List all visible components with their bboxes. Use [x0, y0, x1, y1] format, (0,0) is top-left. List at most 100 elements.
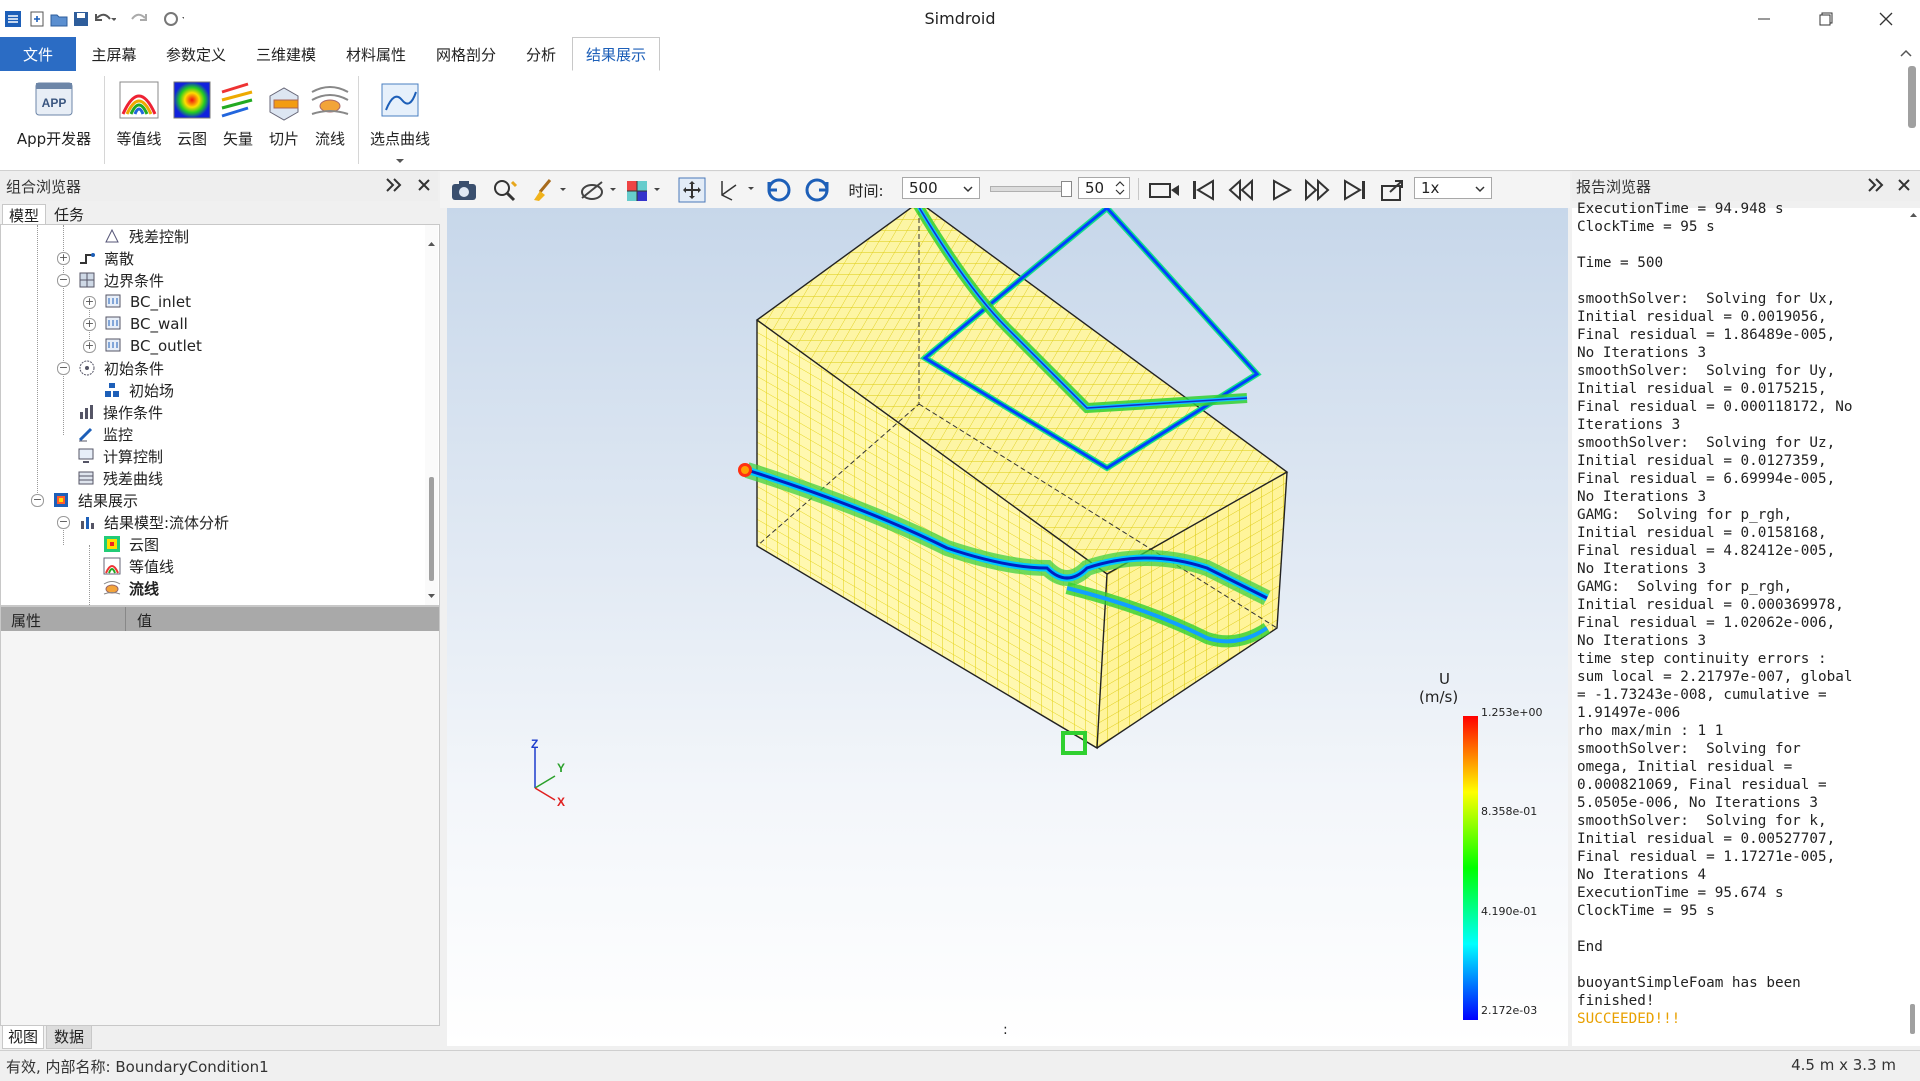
title-bar	[0, 0, 1920, 37]
tree-item-monitor[interactable]: 监控	[77, 423, 133, 445]
collapse-icon[interactable]: −	[57, 515, 70, 529]
scroll-down-icon[interactable]	[427, 593, 436, 599]
tab-home[interactable]: 主屏幕	[80, 37, 148, 71]
time-slider-handle[interactable]	[1061, 181, 1072, 197]
tree-item-bc-outlet[interactable]: + BC_outlet	[83, 335, 202, 357]
report-scroll-thumb[interactable]	[1910, 1004, 1915, 1034]
spin-arrows-icon[interactable]	[1115, 180, 1125, 196]
tree-item-bc-wall[interactable]: + BC_wall	[83, 313, 188, 335]
flow-result-model[interactable]	[447, 208, 1568, 1046]
tab-results[interactable]: 结果展示	[572, 37, 660, 71]
close-button[interactable]	[1856, 0, 1916, 37]
3d-viewport[interactable]: Z Y X U (m/s) 1.253e+00 8.358e-01 4.190e…	[447, 208, 1568, 1046]
value-column-header[interactable]: 值	[137, 610, 152, 631]
tab-analysis[interactable]: 分析	[516, 37, 566, 71]
next-frame-icon[interactable]	[1302, 176, 1332, 204]
app-developer-button[interactable]: APP App开发器	[12, 78, 96, 149]
tab-3d-modeling[interactable]: 三维建模	[248, 37, 324, 71]
ribbon-scroll-thumb[interactable]	[1908, 66, 1916, 128]
redo-icon[interactable]	[128, 8, 150, 30]
property-column-header[interactable]: 属性	[11, 610, 41, 631]
scroll-up-icon[interactable]	[1909, 212, 1918, 218]
tab-materials[interactable]: 材料属性	[338, 37, 414, 71]
tree-item-contour[interactable]: 等值线	[103, 555, 174, 577]
display-mode-icon[interactable]	[622, 176, 666, 204]
tab-model[interactable]: 模型	[2, 204, 46, 226]
close-panel-icon[interactable]	[1898, 179, 1910, 195]
streamline-label: 流线	[314, 130, 345, 148]
tree-scrollbar[interactable]	[425, 225, 438, 605]
section-plane-icon[interactable]	[576, 176, 620, 204]
close-panel-icon[interactable]	[418, 179, 430, 195]
contour-button[interactable]: 等值线	[112, 78, 166, 149]
axis-view-icon[interactable]	[714, 176, 758, 204]
tree-item-operating-conditions[interactable]: 操作条件	[77, 401, 163, 423]
record-video-icon[interactable]	[1148, 176, 1182, 204]
save-icon[interactable]	[70, 8, 92, 30]
tab-meshing[interactable]: 网格剖分	[428, 37, 504, 71]
rotate-left-icon[interactable]	[764, 176, 794, 204]
tab-parameters[interactable]: 参数定义	[158, 37, 234, 71]
time-slider-track[interactable]	[990, 186, 1072, 192]
previous-frame-icon[interactable]	[1226, 176, 1256, 204]
tab-data[interactable]: 数据	[46, 1025, 92, 1049]
undo-icon[interactable]	[94, 8, 116, 30]
slice-button[interactable]: 切片	[262, 78, 306, 149]
column-divider[interactable]	[125, 607, 126, 631]
export-icon[interactable]	[1378, 176, 1408, 204]
tree-item-streamline[interactable]: 流线	[103, 577, 159, 599]
tree-item-residual-curve[interactable]: 残差曲线	[77, 467, 163, 489]
tab-task[interactable]: 任务	[48, 204, 90, 225]
svg-text:APP: APP	[42, 96, 67, 110]
step-spinbox[interactable]: 50	[1078, 177, 1130, 199]
time-select[interactable]: 500	[902, 177, 980, 199]
play-icon[interactable]	[1266, 176, 1296, 204]
streamline-button[interactable]: 流线	[306, 78, 354, 149]
ribbon-dropdown-icon[interactable]	[395, 153, 405, 169]
point-curve-label: 选点曲线	[369, 130, 430, 148]
float-panel-icon[interactable]	[1868, 178, 1884, 196]
collapse-ribbon-icon[interactable]	[1900, 46, 1912, 62]
tree-item-initial-conditions[interactable]: − 初始条件	[57, 357, 164, 379]
first-frame-icon[interactable]	[1188, 176, 1218, 204]
new-file-icon[interactable]	[26, 8, 48, 30]
minimize-button[interactable]	[1734, 0, 1794, 37]
point-curve-button[interactable]: 选点曲线	[366, 78, 434, 149]
scroll-up-icon[interactable]	[427, 241, 436, 247]
fit-all-icon[interactable]	[676, 176, 708, 204]
tree-item-bc-inlet[interactable]: + BC_inlet	[83, 291, 191, 313]
speed-select[interactable]: 1x	[1414, 177, 1492, 199]
expand-icon[interactable]: +	[83, 317, 96, 331]
float-panel-icon[interactable]	[386, 178, 402, 196]
zoom-tool-icon[interactable]	[490, 176, 524, 204]
tree-item-compute-control[interactable]: 计算控制	[77, 445, 163, 467]
tree-item-boundary-conditions[interactable]: − 边界条件	[57, 269, 164, 291]
rotate-right-icon[interactable]	[802, 176, 832, 204]
tree-scroll-thumb[interactable]	[429, 477, 434, 581]
tree-item-result-model[interactable]: − 结果模型:流体分析	[57, 511, 229, 533]
last-frame-icon[interactable]	[1340, 176, 1370, 204]
collapse-icon[interactable]: −	[31, 493, 44, 507]
refresh-icon[interactable]	[162, 8, 184, 30]
vector-button[interactable]: 矢量	[216, 78, 260, 149]
restore-button[interactable]	[1796, 0, 1856, 37]
expand-icon[interactable]: +	[83, 339, 96, 353]
tab-view[interactable]: 视图	[2, 1025, 44, 1049]
report-log[interactable]: ExecutionTime = 94.948 s ClockTime = 95 …	[1572, 201, 1920, 1046]
tree-item-results[interactable]: − 结果展示	[31, 489, 138, 511]
tab-file[interactable]: 文件	[0, 37, 76, 71]
tree-item-initial-field[interactable]: 初始场	[103, 379, 174, 401]
open-folder-icon[interactable]	[48, 8, 70, 30]
expand-icon[interactable]: +	[83, 295, 96, 309]
clear-brush-icon[interactable]	[528, 176, 568, 204]
cloud-map-button[interactable]: 云图	[168, 78, 216, 149]
expand-icon[interactable]: +	[57, 251, 70, 265]
result-model-icon	[81, 517, 94, 529]
tree-item-cloud-map[interactable]: 云图	[103, 533, 159, 555]
collapse-icon[interactable]: −	[57, 273, 70, 287]
screenshot-icon[interactable]	[450, 176, 478, 204]
report-scrollbar[interactable]	[1906, 208, 1920, 1046]
collapse-icon[interactable]: −	[57, 361, 70, 375]
tree-item-discrete[interactable]: + 离散	[57, 247, 134, 269]
tree-item-residual-control[interactable]: 残差控制	[103, 225, 189, 247]
